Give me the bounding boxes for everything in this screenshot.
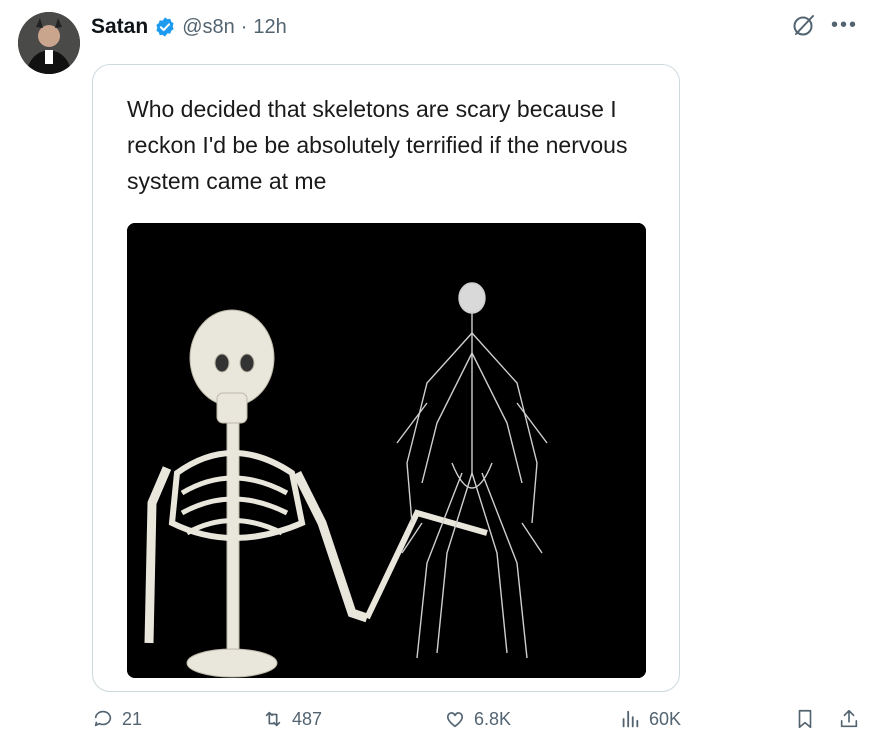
views-icon — [622, 710, 639, 728]
reply-icon — [94, 710, 112, 727]
media-card[interactable]: Who decided that skeletons are scary bec… — [92, 64, 680, 692]
share-icon — [840, 709, 858, 728]
author-name[interactable]: Satan — [91, 15, 148, 39]
avatar-image — [18, 12, 80, 74]
repost-icon — [265, 711, 281, 727]
more-icon[interactable]: ••• — [831, 12, 858, 38]
post-time[interactable]: 12h — [253, 16, 286, 39]
author-handle[interactable]: @s8n — [182, 16, 235, 39]
views-count: 60K — [649, 708, 682, 729]
author-avatar[interactable] — [18, 12, 80, 74]
separator-dot: · — [240, 15, 248, 38]
repost-count: 487 — [292, 708, 323, 729]
grok-icon[interactable] — [791, 12, 817, 38]
like-icon — [446, 712, 464, 728]
reply-button[interactable]: 21 — [92, 708, 142, 730]
share-button[interactable] — [838, 708, 860, 730]
views-button[interactable]: 60K — [619, 708, 681, 730]
repost-button[interactable]: 487 — [262, 708, 322, 730]
bookmark-button[interactable] — [794, 708, 816, 730]
verified-badge-icon[interactable] — [154, 16, 176, 38]
action-bar: 21 487 6.8K 60K — [92, 708, 862, 742]
reply-count: 21 — [122, 708, 143, 729]
meme-caption: Who decided that skeletons are scary bec… — [127, 96, 628, 194]
like-button[interactable]: 6.8K — [444, 708, 511, 730]
post-header: Satan @s8n · 12h — [91, 12, 287, 42]
bookmark-icon — [798, 709, 812, 729]
post-top-actions: ••• — [791, 12, 858, 38]
meme-image[interactable] — [127, 223, 646, 678]
like-count: 6.8K — [474, 708, 512, 729]
